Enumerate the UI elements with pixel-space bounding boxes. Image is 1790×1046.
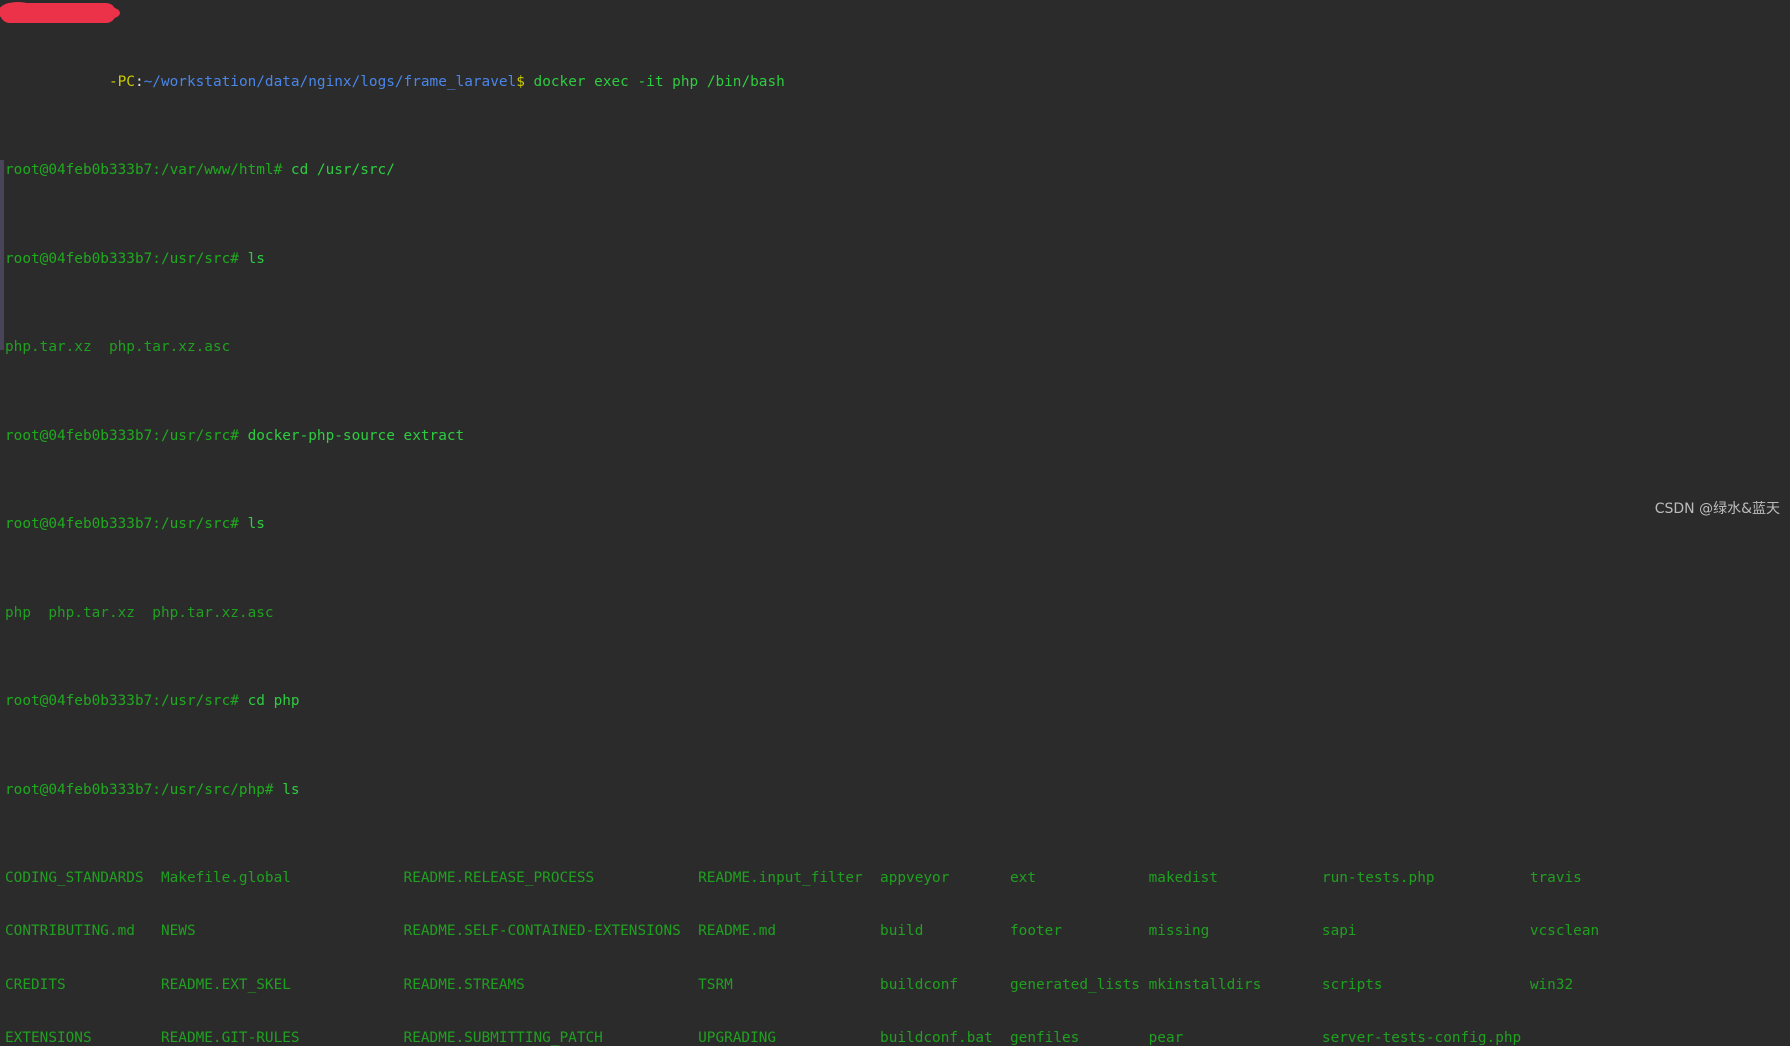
command-cd-php: cd php [238, 693, 300, 710]
prompt-line-2: root@04feb0b333b7:/usr/src# ls [5, 251, 1790, 269]
terminal-window[interactable]: -PC:~/workstation/data/nginx/logs/frame_… [0, 0, 1790, 1046]
redacted-username-overlay [0, 2, 120, 23]
php-listing-row: EXTENSIONS README.GIT-RULES README.SUBMI… [5, 1029, 1522, 1046]
terminal-output-area: -PC:~/workstation/data/nginx/logs/frame_… [0, 3, 1790, 1046]
command-ls-2: ls [238, 516, 265, 533]
root-prompt-2a: root@04feb0b333b7:/usr/src# [5, 250, 239, 267]
prompt-line-4: root@04feb0b333b7:/usr/src# ls [5, 516, 1790, 534]
prompt-line-3: root@04feb0b333b7:/usr/src# docker-php-s… [5, 428, 1790, 446]
prompt-colon: : [134, 73, 144, 90]
command-cd-usr-src: cd /usr/src/ [282, 162, 395, 179]
command-ls-3: ls [273, 781, 300, 798]
php-listing-row: CODING_STANDARDS Makefile.global README.… [5, 870, 1582, 887]
root-prompt-2d: root@04feb0b333b7:/usr/src# [5, 693, 239, 710]
prompt-line-6: root@04feb0b333b7:/usr/src/php# ls [5, 782, 1790, 800]
root-prompt-2c: root@04feb0b333b7:/usr/src# [5, 516, 239, 533]
redacted-username-placeholder [5, 74, 109, 90]
root-prompt-3a: root@04feb0b333b7:/usr/src/php# [5, 781, 274, 798]
root-prompt-1: root@04feb0b333b7:/var/www/html# [5, 162, 283, 179]
root-prompt-2b: root@04feb0b333b7:/usr/src# [5, 427, 239, 444]
php-listing-row: CREDITS README.EXT_SKEL README.STREAMS T… [5, 976, 1574, 993]
command-docker-php-source: docker-php-source extract [238, 427, 465, 444]
prompt-dollar: $ [516, 73, 525, 90]
command-ls-1: ls [238, 250, 265, 267]
output-usr-src-ls-2: php php.tar.xz php.tar.xz.asc [5, 604, 274, 621]
prompt-path: ~/workstation/data/nginx/logs/frame_lara… [143, 73, 517, 90]
prompt-line-host: -PC:~/workstation/data/nginx/logs/frame_… [5, 74, 1790, 92]
output-usr-src-ls-1: php.tar.xz php.tar.xz.asc [5, 339, 231, 356]
prompt-line-1: root@04feb0b333b7:/var/www/html# cd /usr… [5, 162, 1790, 180]
prompt-line-5: root@04feb0b333b7:/usr/src# cd php [5, 693, 1790, 711]
command-docker-exec: docker exec -it php /bin/bash [524, 73, 785, 90]
php-listing-row: CONTRIBUTING.md NEWS README.SELF-CONTAIN… [5, 923, 1600, 940]
watermark-text: CSDN @绿水&蓝天 [1654, 501, 1780, 517]
prompt-host-suffix: -PC [108, 73, 135, 90]
